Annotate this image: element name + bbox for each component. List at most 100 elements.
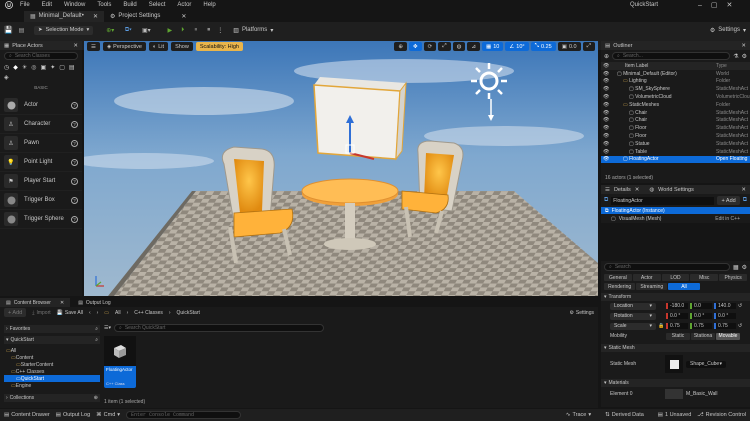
- outliner-row[interactable]: 👁 ▢ VolumetricCloud VolumetricClou: [601, 93, 750, 101]
- place-actor-trigger-box[interactable]: Trigger Box?: [0, 191, 82, 210]
- instance-row[interactable]: ⧉ FloatingActor (Instance): [601, 207, 750, 214]
- close-icon[interactable]: ✕: [727, 1, 733, 9]
- unreal-logo-icon[interactable]: [4, 0, 14, 10]
- scale-x[interactable]: 0.75: [666, 323, 688, 329]
- project-header[interactable]: ▾ QuickStart ⌕: [4, 336, 100, 344]
- viewport-options-button[interactable]: ☰: [87, 42, 100, 51]
- menu-tools[interactable]: Tools: [97, 2, 111, 8]
- mobility-stationary[interactable]: Stationa: [691, 332, 715, 340]
- save-icon[interactable]: 💾: [4, 26, 13, 35]
- outliner-row[interactable]: 👁 ▢ Floor StaticMeshAct: [601, 124, 750, 132]
- place-actor-actor[interactable]: Actor?: [0, 96, 82, 115]
- actor-name-field[interactable]: FloatingActor: [611, 196, 715, 205]
- console-input[interactable]: Enter Console Command: [126, 411, 242, 419]
- visibility-icon[interactable]: 👁: [601, 78, 611, 84]
- filter-streaming[interactable]: Streaming: [636, 283, 668, 290]
- level-viewport[interactable]: ☰ ◈ Perspective ◐ Lit Show Scalability: Hi…: [84, 41, 598, 296]
- back-icon[interactable]: ‹: [89, 310, 91, 316]
- details-tab[interactable]: Details: [614, 187, 631, 193]
- path-cpp-classes[interactable]: C++ Classes: [134, 310, 163, 316]
- transform-section[interactable]: ▾ Transform: [601, 293, 750, 301]
- selection-mode-dropdown[interactable]: ➤ Selection Mode ▾: [34, 25, 94, 35]
- scale-snap-button[interactable]: ⤡ 0.25: [530, 42, 556, 51]
- close-icon[interactable]: ✕: [635, 187, 640, 193]
- help-icon[interactable]: ?: [71, 101, 78, 109]
- outliner-search[interactable]: ⌕ Search...: [612, 52, 731, 60]
- collections-header[interactable]: › Collections ⊕: [4, 394, 100, 402]
- maximize-icon[interactable]: ▢: [711, 1, 718, 9]
- scale-z[interactable]: 0.75: [714, 323, 736, 329]
- perspective-button[interactable]: ◈ Perspective: [102, 42, 146, 51]
- gear-icon[interactable]: ⚙: [742, 53, 747, 60]
- mobility-movable[interactable]: Movable: [716, 332, 740, 340]
- tab-close-icon[interactable]: ✕: [181, 13, 186, 20]
- visibility-icon[interactable]: 👁: [601, 117, 611, 123]
- surface-snap-icon[interactable]: ⊿: [467, 42, 481, 51]
- rotation-dropdown[interactable]: Rotation ▾: [610, 312, 656, 320]
- recent-icon[interactable]: ◷: [4, 64, 9, 71]
- geometry-icon[interactable]: ◈: [4, 74, 9, 81]
- content-settings-button[interactable]: ⚙ Settings: [569, 310, 594, 316]
- tab-content-browser[interactable]: ▤ Content Browser ✕: [0, 298, 71, 307]
- rotation-snap-button[interactable]: ∠ 10°: [505, 42, 529, 51]
- visibility-icon[interactable]: 👁: [601, 156, 611, 162]
- outliner-row[interactable]: 👁 ▢ FloatingActor Open Floating: [601, 155, 750, 164]
- play-viewport-icon[interactable]: ⏵: [178, 27, 187, 34]
- lights-icon[interactable]: ☀: [22, 64, 27, 71]
- add-icon[interactable]: ⊕: [94, 395, 98, 401]
- visibility-icon[interactable]: 👁: [601, 71, 611, 77]
- content-search[interactable]: ⌕ Search QuickStart: [114, 324, 324, 332]
- close-icon[interactable]: ✕: [741, 187, 746, 193]
- filter-icon[interactable]: ⚗: [733, 53, 738, 60]
- cmd-dropdown[interactable]: ⌘ Cmd ▾: [96, 412, 120, 418]
- folder-tree-item[interactable]: ▭ QuickStart: [4, 375, 100, 382]
- unsaved-button[interactable]: ▤ 1 Unsaved: [658, 412, 692, 418]
- help-icon[interactable]: ?: [71, 120, 78, 128]
- tab-output-log[interactable]: ▤ Output Log: [72, 298, 116, 307]
- close-icon[interactable]: ✕: [741, 43, 746, 49]
- cinematic-icon[interactable]: ▣: [41, 64, 47, 71]
- settings-button[interactable]: ⚙ Settings ▾: [710, 27, 746, 34]
- scale-y[interactable]: 0.75: [690, 323, 712, 329]
- reset-icon[interactable]: ↺: [738, 303, 742, 309]
- play-icon[interactable]: ▶: [165, 27, 174, 34]
- import-button[interactable]: ⤓ Import: [32, 310, 50, 316]
- menu-help[interactable]: Help: [203, 2, 215, 8]
- platforms-button[interactable]: ▥ Platforms ▾: [233, 27, 273, 34]
- derived-data-button[interactable]: ⇅ Derived Data: [605, 412, 644, 418]
- place-actor-point-light[interactable]: 💡 Point Light?: [0, 153, 82, 172]
- material-value[interactable]: M_Basic_Wall: [686, 391, 718, 397]
- scale-dropdown[interactable]: Scale ▾: [610, 322, 656, 330]
- visibility-icon[interactable]: 👁: [601, 86, 611, 92]
- outliner-row[interactable]: 👁 ▢ Chair StaticMeshAct: [601, 109, 750, 117]
- folder-tree-item[interactable]: ▭ Engine: [4, 382, 100, 389]
- content-icon[interactable]: ▤: [17, 26, 26, 35]
- outliner-row[interactable]: 👁 ▢ Chair StaticMeshAct: [601, 117, 750, 125]
- help-icon[interactable]: ?: [71, 158, 78, 166]
- close-icon[interactable]: ✕: [73, 43, 78, 49]
- edit-in-cpp-link[interactable]: Edit in C++: [715, 216, 740, 222]
- help-icon[interactable]: ?: [71, 139, 78, 147]
- visibility-column-icon[interactable]: 👁: [603, 63, 613, 69]
- add-actor-icon[interactable]: ⊕▾: [103, 27, 117, 34]
- menu-file[interactable]: File: [20, 2, 30, 8]
- visibility-icon[interactable]: 👁: [601, 110, 611, 116]
- grid-snap-button[interactable]: ▦ 10: [482, 42, 504, 51]
- mobility-static[interactable]: Static: [666, 332, 690, 340]
- cinematics-icon[interactable]: ▣▾: [139, 27, 153, 34]
- folder-tree-item[interactable]: ▭ Content: [4, 354, 100, 361]
- rotation-y[interactable]: 0.0 °: [690, 313, 712, 319]
- lit-button[interactable]: ◐ Lit: [148, 42, 169, 51]
- place-actors-search[interactable]: ⌕ Search Classes: [4, 52, 78, 60]
- camera-speed-button[interactable]: ▣ 0.0: [557, 42, 581, 51]
- material-thumbnail[interactable]: [665, 389, 683, 399]
- search-icon[interactable]: ⌕: [95, 326, 98, 332]
- scale-mode-icon[interactable]: ⤢: [438, 42, 451, 51]
- save-all-button[interactable]: 💾 Save All: [57, 310, 83, 316]
- add-component-button[interactable]: + Add: [717, 196, 740, 205]
- help-icon[interactable]: ?: [71, 196, 78, 204]
- visibility-icon[interactable]: 👁: [601, 125, 611, 131]
- show-button[interactable]: Show: [171, 42, 193, 51]
- rotation-x[interactable]: 0.0 °: [666, 313, 688, 319]
- filter-lod[interactable]: LOD: [661, 274, 690, 281]
